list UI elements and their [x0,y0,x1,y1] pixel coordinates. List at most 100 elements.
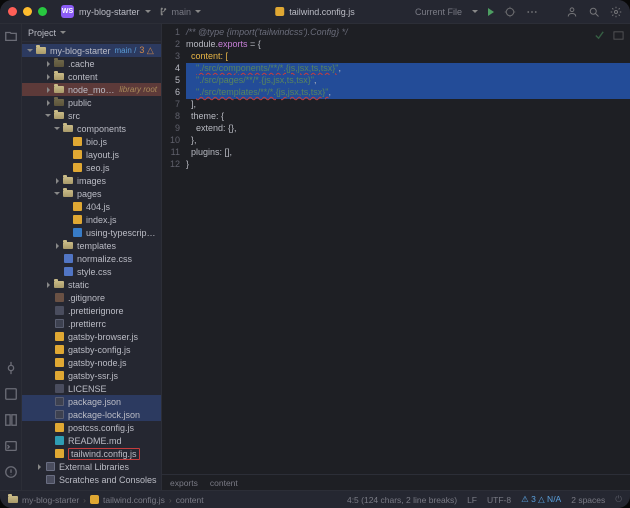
js-file-icon [90,495,99,504]
tree-node[interactable]: .prettierrc [22,317,161,330]
tree-node[interactable]: gatsby-ssr.js [22,369,161,382]
chevron-down-icon [145,10,151,13]
tree-node[interactable]: node_moduleslibrary root [22,83,161,96]
editor-crumb[interactable]: content [210,478,238,488]
status-bar: my-blog-starter › tailwind.config.js › c… [0,490,630,508]
chevron-down-icon [60,31,66,34]
code-line[interactable]: 3 content: [ [162,51,630,63]
check-icon [594,28,605,39]
tree-node[interactable]: External Libraries [22,460,161,473]
run-config-selector[interactable]: Current File [415,7,462,17]
tree-node[interactable]: templates [22,239,161,252]
inspections-widget[interactable]: ⚠ 3 △ N/A [521,494,561,505]
editor-inspection-widget[interactable] [594,28,624,39]
tree-node[interactable]: README.md [22,434,161,447]
titlebar: WS my-blog-starter main tailwind.config.… [0,0,630,24]
tree-node[interactable]: .prettierignore [22,304,161,317]
project-tool-icon[interactable] [4,29,18,43]
tree-node[interactable]: normalize.css [22,252,161,265]
code-line[interactable]: 9 extend: {}, [162,123,630,135]
tree-node[interactable]: components [22,122,161,135]
vcs-branch-widget[interactable]: main [159,7,202,17]
js-file-icon [275,7,284,16]
chevron-down-icon [195,10,201,13]
project-panel-header[interactable]: Project [22,24,161,42]
editor-body[interactable]: 1/** @type {import('tailwindcss').Config… [162,24,630,474]
indent-widget[interactable]: 2 spaces [571,495,605,505]
code-line[interactable]: 12} [162,159,630,171]
problems-tool-icon[interactable] [4,465,18,479]
tree-node[interactable]: package-lock.json [22,408,161,421]
tree-node[interactable]: 404.js [22,200,161,213]
tree-node[interactable]: gatsby-config.js [22,343,161,356]
code-with-me-icon[interactable] [566,6,578,18]
tree-node[interactable]: package.json [22,395,161,408]
tab-filename: tailwind.config.js [289,7,355,17]
project-panel: Project my-blog-startermain /3 △.cacheco… [22,24,162,490]
editor: 1/** @type {import('tailwindcss').Config… [162,24,630,490]
code-line[interactable]: 8 theme: { [162,111,630,123]
tree-node[interactable]: .gitignore [22,291,161,304]
debug-button[interactable] [504,6,516,18]
editor-breadcrumb-tabs: exports content [162,474,630,490]
tree-node[interactable]: content [22,70,161,83]
crumb[interactable]: content [176,495,204,505]
code-line[interactable]: 11 plugins: [], [162,147,630,159]
tree-node[interactable]: index.js [22,213,161,226]
branch-icon [159,7,168,16]
bookmarks-tool-icon[interactable] [4,413,18,427]
tree-node[interactable]: layout.js [22,148,161,161]
tree-node[interactable]: LICENSE [22,382,161,395]
chevron-right-icon: › [83,495,86,505]
tree-node[interactable]: src [22,109,161,122]
tree-node[interactable]: static [22,278,161,291]
project-name: my-blog-starter [79,7,140,17]
tree-node[interactable]: gatsby-node.js [22,356,161,369]
search-everywhere-icon[interactable] [588,6,600,18]
code-line[interactable]: 1/** @type {import('tailwindcss').Config… [162,27,630,39]
close-button[interactable] [8,7,17,16]
editor-crumb[interactable]: exports [170,478,198,488]
maximize-button[interactable] [38,7,47,16]
project-selector[interactable]: WS my-blog-starter [61,5,151,18]
code-line[interactable]: 6 "./src/templates/**/*.{js,jsx,ts,tsx}"… [162,87,630,99]
lock-icon[interactable]: ⏻ [615,494,622,505]
code-line[interactable]: 5 "./src/pages/**/*.{js,jsx,ts,tsx}", [162,75,630,87]
tree-root[interactable]: my-blog-startermain /3 △ [22,44,161,57]
tree-node[interactable]: pages [22,187,161,200]
tree-node[interactable]: bio.js [22,135,161,148]
tree-node[interactable]: style.css [22,265,161,278]
tree-node[interactable]: Scratches and Consoles [22,473,161,486]
code-line[interactable]: 4 "./src/components/**/*.{js,jsx,ts,tsx}… [162,63,630,75]
titlebar-right: Current File [415,6,622,18]
navigation-bar[interactable]: my-blog-starter › tailwind.config.js › c… [8,495,204,505]
project-icon: WS [61,5,74,18]
left-tool-rail [0,24,22,490]
more-button[interactable] [526,6,538,18]
structure-tool-icon[interactable] [4,387,18,401]
tree-node[interactable]: using-typescript.tsx [22,226,161,239]
editor-tab[interactable]: tailwind.config.js [275,7,355,17]
tree-node[interactable]: public [22,96,161,109]
tree-node[interactable]: gatsby-browser.js [22,330,161,343]
settings-icon[interactable] [610,6,622,18]
commit-tool-icon[interactable] [4,361,18,375]
code-line[interactable]: 10 }, [162,135,630,147]
code-line[interactable]: 2module.exports = { [162,39,630,51]
tree-node[interactable]: seo.js [22,161,161,174]
line-separator[interactable]: LF [467,495,477,505]
run-button[interactable] [488,8,494,16]
crumb[interactable]: tailwind.config.js [103,495,165,505]
project-panel-title: Project [28,28,56,38]
project-tree[interactable]: my-blog-startermain /3 △.cachecontentnod… [22,42,161,490]
crumb[interactable]: my-blog-starter [22,495,79,505]
tree-node[interactable]: tailwind.config.js [22,447,161,460]
tree-node[interactable]: postcss.config.js [22,421,161,434]
terminal-tool-icon[interactable] [4,439,18,453]
tree-node[interactable]: images [22,174,161,187]
code-line[interactable]: 7 ], [162,99,630,111]
tree-node[interactable]: .cache [22,57,161,70]
file-encoding[interactable]: UTF-8 [487,495,511,505]
minimize-button[interactable] [23,7,32,16]
caret-position[interactable]: 4:5 (124 chars, 2 line breaks) [347,495,457,505]
